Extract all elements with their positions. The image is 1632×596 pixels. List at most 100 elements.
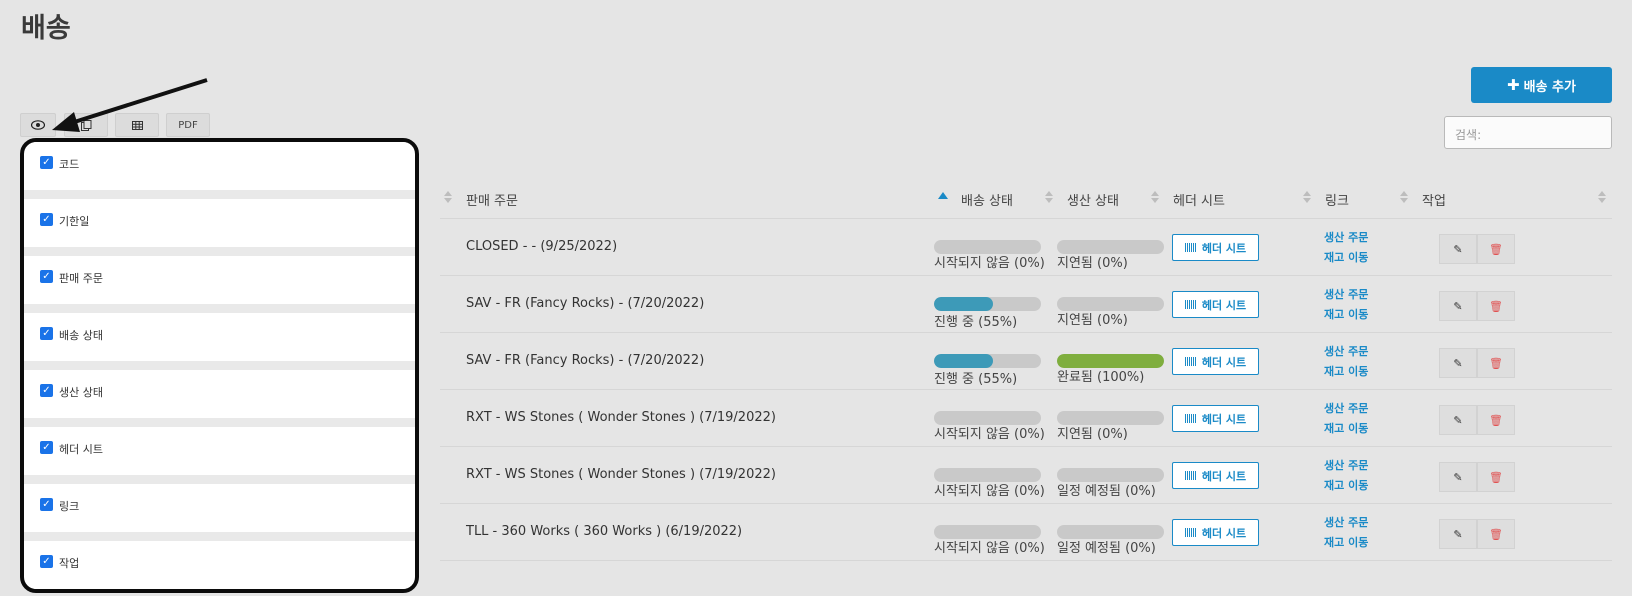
production-order-link[interactable]: 생산 주문 <box>1324 286 1368 302</box>
column-toggle-sales-order[interactable]: ✓ 판매 주문 <box>34 256 414 304</box>
edit-button[interactable]: ✎ <box>1439 348 1477 378</box>
table-row: SAV - FR (Fancy Rocks) - (7/20/2022) 진행 중… <box>440 333 1612 390</box>
column-header-link[interactable]: 링크 <box>1325 190 1349 209</box>
column-toggle-actions[interactable]: ✓ 작업 <box>34 541 414 589</box>
header-sheet-button[interactable]: 헤더 시트 <box>1172 291 1259 318</box>
copy-button[interactable] <box>64 113 108 137</box>
barcode-icon <box>1184 471 1197 480</box>
shipping-progress-bar <box>934 297 1041 311</box>
header-sheet-button[interactable]: 헤더 시트 <box>1172 462 1259 489</box>
production-order-link[interactable]: 생산 주문 <box>1324 400 1368 416</box>
edit-icon: ✎ <box>1453 299 1463 313</box>
column-toggle-header-sheet[interactable]: ✓ 헤더 시트 <box>34 427 414 475</box>
checkbox-checked-icon[interactable]: ✓ <box>40 441 53 454</box>
excel-button[interactable] <box>115 113 159 137</box>
barcode-icon <box>1184 243 1197 252</box>
checkbox-checked-icon[interactable]: ✓ <box>40 384 53 397</box>
table-row: RXT - WS Stones ( Wonder Stones ) (7/19/… <box>440 447 1612 504</box>
column-header-actions[interactable]: 작업 <box>1422 190 1446 209</box>
column-header-production-status[interactable]: 생산 상태 <box>1067 190 1119 209</box>
table-row: RXT - WS Stones ( Wonder Stones ) (7/19/… <box>440 390 1612 447</box>
column-toggle-link[interactable]: ✓ 링크 <box>34 484 414 532</box>
column-toggle-label: 기한일 <box>59 215 90 228</box>
shipping-status-label: 진행 중 (55%) <box>934 372 1018 387</box>
sort-icon[interactable] <box>1598 191 1606 205</box>
checkbox-checked-icon[interactable]: ✓ <box>40 327 53 340</box>
add-shipment-label: 배송 추가 <box>1523 79 1576 95</box>
sort-icon[interactable] <box>1151 191 1159 205</box>
production-order-link[interactable]: 생산 주문 <box>1324 514 1368 530</box>
header-sheet-label: 헤더 시트 <box>1201 298 1247 312</box>
trash-icon: 🗑 <box>1489 299 1503 313</box>
delete-button[interactable]: 🗑 <box>1477 405 1515 435</box>
checkbox-checked-icon[interactable]: ✓ <box>40 213 53 226</box>
delete-button[interactable]: 🗑 <box>1477 291 1515 321</box>
column-toggle-due-date[interactable]: ✓ 기한일 <box>34 199 414 247</box>
column-header-header-sheet[interactable]: 헤더 시트 <box>1173 190 1225 209</box>
sales-order-cell: CLOSED - - (9/25/2022) <box>466 239 618 254</box>
inventory-transfer-link[interactable]: 재고 이동 <box>1324 477 1368 493</box>
delete-button[interactable]: 🗑 <box>1477 348 1515 378</box>
header-sheet-button[interactable]: 헤더 시트 <box>1172 234 1259 261</box>
pdf-button[interactable]: PDF <box>166 113 210 137</box>
production-order-link[interactable]: 생산 주문 <box>1324 343 1368 359</box>
sort-icon[interactable] <box>1303 191 1311 205</box>
header-sheet-button[interactable]: 헤더 시트 <box>1172 405 1259 432</box>
header-sheet-button[interactable]: 헤더 시트 <box>1172 348 1259 375</box>
sales-order-cell: SAV - FR (Fancy Rocks) - (7/20/2022) <box>466 353 705 368</box>
checkbox-checked-icon[interactable]: ✓ <box>40 270 53 283</box>
column-visibility-button[interactable] <box>20 113 56 137</box>
delete-button[interactable]: 🗑 <box>1477 462 1515 492</box>
sales-order-cell: SAV - FR (Fancy Rocks) - (7/20/2022) <box>466 296 705 311</box>
production-order-link[interactable]: 생산 주문 <box>1324 229 1368 245</box>
inventory-transfer-link[interactable]: 재고 이동 <box>1324 534 1368 550</box>
inventory-transfer-link[interactable]: 재고 이동 <box>1324 420 1368 436</box>
production-status-label: 지연됨 (0%) <box>1057 313 1128 328</box>
column-toggle-label: 판매 주문 <box>59 272 103 285</box>
barcode-icon <box>1184 414 1197 423</box>
inventory-transfer-link[interactable]: 재고 이동 <box>1324 306 1368 322</box>
table-row: CLOSED - - (9/25/2022) 시작되지 않음 (0%) 지연됨 (0… <box>440 219 1612 276</box>
edit-button[interactable]: ✎ <box>1439 519 1477 549</box>
column-toggle-shipping-status[interactable]: ✓ 배송 상태 <box>34 313 414 361</box>
edit-button[interactable]: ✎ <box>1439 462 1477 492</box>
table-row: TLL - 360 Works ( 360 Works ) (6/19/2022… <box>440 504 1612 561</box>
production-order-link[interactable]: 생산 주문 <box>1324 457 1368 473</box>
add-shipment-button[interactable]: ✚ 배송 추가 <box>1471 67 1612 103</box>
column-toggle-production-status[interactable]: ✓ 생산 상태 <box>34 370 414 418</box>
edit-icon: ✎ <box>1453 470 1463 484</box>
shipping-progress-fill <box>934 354 993 368</box>
plus-icon: ✚ <box>1507 76 1520 94</box>
delete-button[interactable]: 🗑 <box>1477 234 1515 264</box>
sort-icon[interactable] <box>1045 191 1053 205</box>
sort-ascending-icon[interactable] <box>938 192 948 199</box>
sales-order-cell: RXT - WS Stones ( Wonder Stones ) (7/19/… <box>466 467 776 482</box>
header-sheet-label: 헤더 시트 <box>1201 469 1247 483</box>
edit-button[interactable]: ✎ <box>1439 291 1477 321</box>
header-sheet-button[interactable]: 헤더 시트 <box>1172 519 1259 546</box>
column-header-shipping-status[interactable]: 배송 상태 <box>961 190 1013 209</box>
row-divider <box>440 560 1612 561</box>
barcode-icon <box>1184 300 1197 309</box>
sort-icon[interactable] <box>444 191 452 205</box>
column-header-sales-order[interactable]: 판매 주문 <box>466 190 518 209</box>
checkbox-checked-icon[interactable]: ✓ <box>40 156 53 169</box>
checkbox-checked-icon[interactable]: ✓ <box>40 498 53 511</box>
copy-icon <box>80 119 91 131</box>
column-toggle-label: 헤더 시트 <box>59 443 103 456</box>
search-input[interactable]: 검색: <box>1444 116 1612 149</box>
column-toggle-code[interactable]: ✓ 코드 <box>34 142 414 190</box>
inventory-transfer-link[interactable]: 재고 이동 <box>1324 363 1368 379</box>
edit-button[interactable]: ✎ <box>1439 234 1477 264</box>
delete-button[interactable]: 🗑 <box>1477 519 1515 549</box>
edit-icon: ✎ <box>1453 413 1463 427</box>
inventory-transfer-link[interactable]: 재고 이동 <box>1324 249 1368 265</box>
checkbox-checked-icon[interactable]: ✓ <box>40 555 53 568</box>
production-status-label: 일정 예정됨 (0%) <box>1057 541 1156 556</box>
production-status-label: 지연됨 (0%) <box>1057 256 1128 271</box>
trash-icon: 🗑 <box>1489 527 1503 541</box>
sort-icon[interactable] <box>1400 191 1408 205</box>
shipping-status-label: 시작되지 않음 (0%) <box>934 256 1045 271</box>
production-status-label: 완료됨 (100%) <box>1057 370 1145 385</box>
edit-button[interactable]: ✎ <box>1439 405 1477 435</box>
